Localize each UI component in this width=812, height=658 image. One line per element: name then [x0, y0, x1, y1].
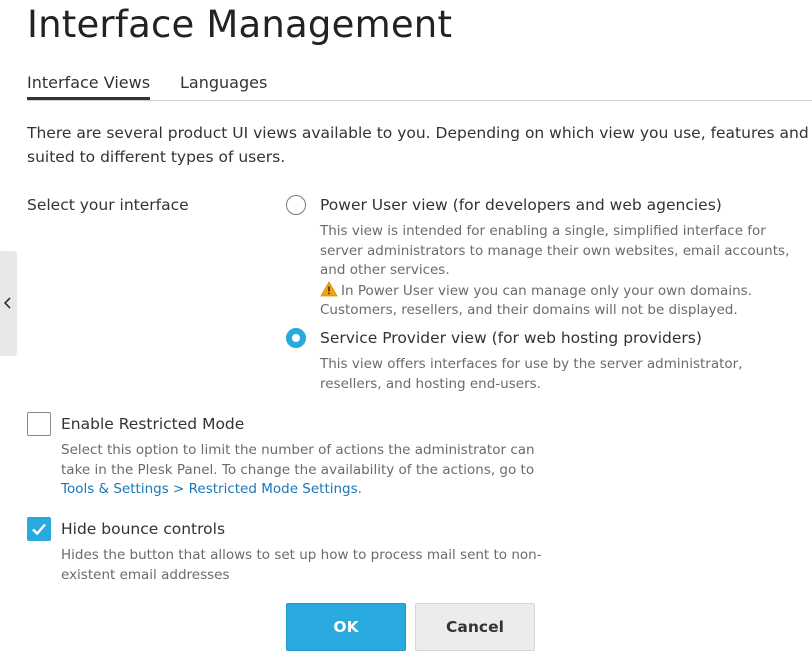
power-user-description-text: This view is intended for enabling a sin…	[320, 223, 790, 278]
restricted-mode-description: Select this option to limit the number o…	[61, 441, 541, 500]
power-user-label[interactable]: Power User view (for developers and web …	[320, 195, 722, 215]
restricted-mode-checkbox[interactable]	[27, 412, 51, 436]
restricted-mode-label[interactable]: Enable Restricted Mode	[61, 414, 244, 434]
select-interface-label: Select your interface	[27, 196, 189, 214]
tab-languages[interactable]: Languages	[180, 72, 267, 99]
restricted-mode-after-link: .	[357, 481, 362, 497]
intro-text: There are several product UI views avail…	[27, 124, 809, 166]
page-title: Interface Management	[27, 3, 453, 46]
hide-bounce-controls-checkbox[interactable]	[27, 517, 51, 541]
ok-button[interactable]: OK	[286, 603, 406, 651]
power-user-radio[interactable]	[286, 195, 306, 215]
checkmark-icon	[32, 523, 46, 536]
restricted-mode-settings-link[interactable]: Tools & Settings > Restricted Mode Setti…	[61, 481, 358, 497]
hide-bounce-controls-label[interactable]: Hide bounce controls	[61, 519, 225, 539]
chevron-left-icon	[3, 297, 11, 309]
service-provider-description: This view offers interfaces for use by t…	[320, 356, 743, 392]
sidebar-collapse-handle[interactable]	[0, 251, 17, 356]
service-provider-label[interactable]: Service Provider view (for web hosting p…	[320, 328, 702, 348]
tab-bar: Interface Views Languages	[27, 72, 812, 101]
power-user-description: This view is intended for enabling a sin…	[320, 222, 800, 321]
hide-bounce-controls-description: Hides the button that allows to set up h…	[61, 547, 542, 583]
service-provider-radio[interactable]	[286, 328, 306, 348]
power-user-warning-text: In Power User view you can manage only y…	[320, 282, 752, 319]
warning-icon	[320, 280, 338, 296]
tab-interface-views[interactable]: Interface Views	[27, 72, 151, 100]
cancel-button[interactable]: Cancel	[415, 603, 535, 651]
restricted-mode-description-text: Select this option to limit the number o…	[61, 442, 535, 478]
